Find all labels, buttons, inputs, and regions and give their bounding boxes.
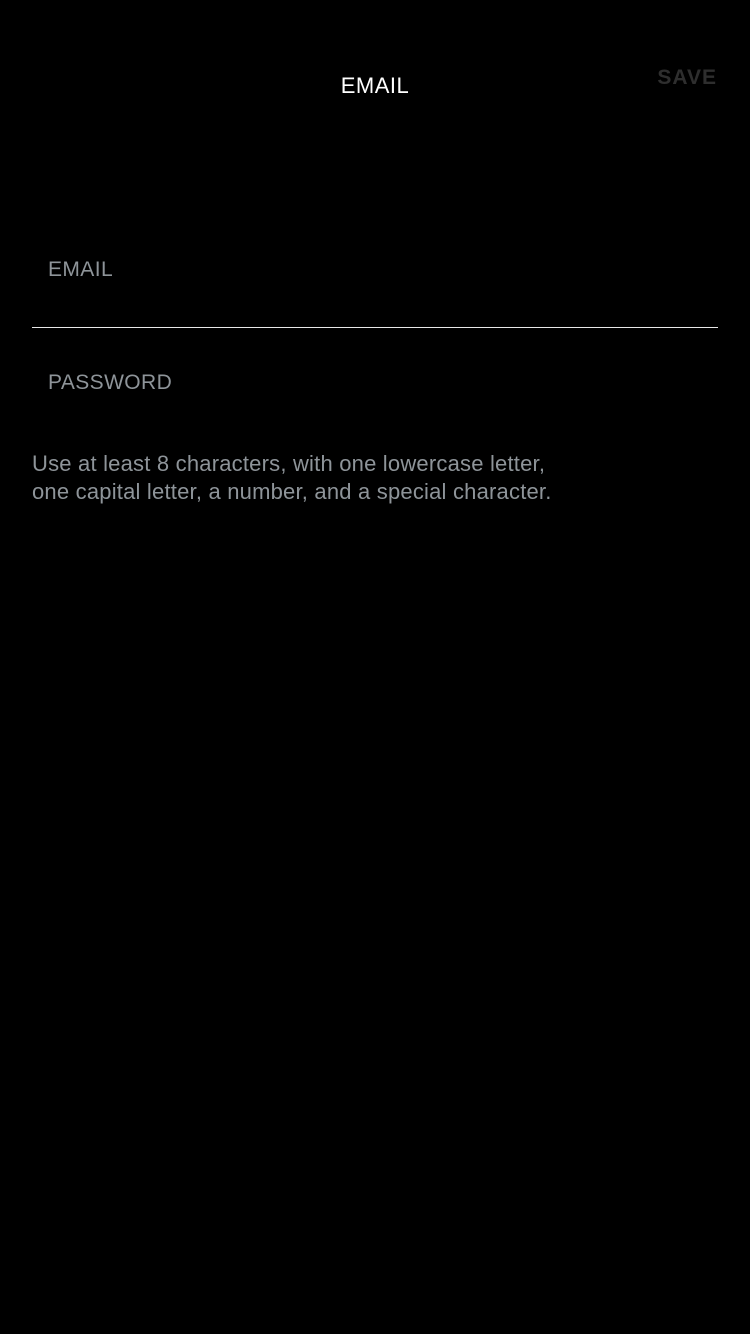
navigation-bar: EMAIL SAVE [0, 0, 750, 150]
email-field[interactable] [48, 254, 698, 286]
save-button[interactable]: SAVE [657, 64, 717, 92]
page-title: EMAIL [340, 73, 410, 98]
hint-line: one capital letter, a number, and a spec… [32, 479, 552, 504]
hint-line: Use at least 8 characters, with one lowe… [32, 451, 546, 476]
email-field-container [32, 240, 718, 328]
password-requirements-hint: Use at least 8 characters, with one lowe… [32, 450, 722, 506]
password-field-container [32, 353, 718, 413]
email-settings-screen: EMAIL SAVE Use at least 8 characters, wi… [0, 0, 750, 1334]
password-field[interactable] [48, 367, 698, 399]
